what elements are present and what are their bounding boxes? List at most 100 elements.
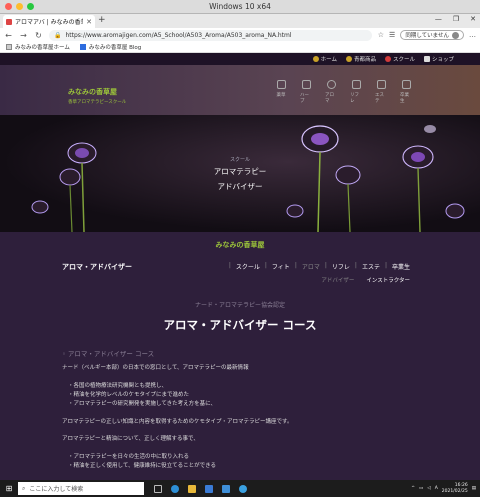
task-view-icon[interactable] (154, 484, 162, 493)
favicon-icon (6, 18, 12, 25)
bookmark-label: みなみの香草屋ホーム (15, 45, 70, 51)
system-tray: ^ ▭ ◁ A 16:26 2021/02/25 ▤ (411, 483, 480, 494)
site-header: みなみの香草屋 香草アロマテラピースクール 薬草 ハーブ アロマ リフレ エステ… (0, 65, 480, 115)
sublink-advisor[interactable]: アドバイザー (321, 276, 354, 284)
reload-icon[interactable]: ↻ (34, 31, 43, 40)
hero-title-2: アドバイザー (217, 182, 263, 191)
blog-icon (79, 44, 86, 50)
bookmark-home[interactable]: みなみの香草屋ホーム (6, 43, 70, 51)
link-aroma[interactable]: アロマ (302, 262, 320, 271)
forward-icon[interactable]: → (19, 31, 28, 40)
back-icon[interactable]: ← (4, 31, 13, 40)
paragraph: アロマテラピーの正しい知識と内容を取得するためのケモタイプ・アロマテラピー講座で… (62, 418, 293, 425)
volume-icon[interactable]: ◁ (427, 486, 430, 491)
address-bar: ← → ↻ 🔒 https://www.aromajigen.com/A5_Sc… (0, 28, 480, 42)
url-text: https://www.aromajigen.com/A5_School/A50… (65, 31, 292, 39)
tab-strip: アロマアバ | みなみの香草屋 ✕ + — ❐ ✕ (0, 14, 480, 28)
new-tab-icon[interactable]: + (98, 15, 106, 25)
nav-herb-medicine[interactable]: 薬草 (275, 80, 287, 104)
windows-start-icon[interactable]: ⊞ (0, 484, 18, 493)
logo-subtitle: 香草アロマテラピースクール (68, 100, 127, 105)
tab-close-icon[interactable]: ✕ (86, 18, 92, 26)
nav-reflex[interactable]: リフレ (350, 80, 362, 104)
products-icon (345, 56, 352, 62)
topbar-products[interactable]: 青都商品 (345, 55, 376, 63)
sync-label: 同期していません (405, 33, 449, 39)
sublink-instructor[interactable]: インストラクター (366, 276, 410, 284)
bullet-list: 各国の植物療法研究機関とも提携し、 精油を化学的レベルのケモタイプにまで進めた … (62, 382, 422, 408)
restore-icon[interactable]: ❐ (453, 15, 459, 23)
bookmark-label: みなみの香草屋 Blog (88, 45, 142, 51)
topbar-home[interactable]: ホーム (312, 55, 337, 63)
chevron-up-icon[interactable]: ^ (411, 486, 415, 491)
topbar-school[interactable]: スクール (384, 55, 415, 63)
link-graduates[interactable]: 卒業生 (392, 262, 410, 271)
link-esthe[interactable]: エステ (362, 262, 380, 271)
hero-text: スクール アロマテラピー アドバイザー (0, 156, 480, 192)
mail-icon[interactable] (222, 484, 230, 493)
site-topbar: ホーム 青都商品 スクール ショップ (0, 53, 480, 65)
store-icon[interactable] (205, 484, 213, 493)
sync-button[interactable]: 同期していません (400, 30, 464, 40)
collections-icon[interactable]: ☰ (389, 31, 395, 39)
bookmarks-bar: みなみの香草屋ホーム みなみの香草屋 Blog (0, 42, 480, 53)
edge-icon[interactable] (171, 484, 179, 493)
separator: | (228, 262, 231, 269)
lock-icon: 🔒 (54, 31, 62, 39)
leaf-icon (301, 80, 311, 89)
topbar-shop[interactable]: ショップ (423, 55, 454, 63)
nav-label: ハーブ (300, 93, 309, 104)
clock-date: 2021/02/25 (441, 488, 468, 494)
favorite-star-icon[interactable]: ☆ (378, 31, 384, 39)
site-name: みなみの香草屋 (215, 241, 265, 249)
content-heading: ◦ アロマ・アドバイザー コース (62, 350, 155, 358)
browser-window-controls: — ❐ ✕ (435, 15, 476, 23)
nav-label: 卒業生 (400, 93, 409, 104)
clock[interactable]: 16:26 2021/02/25 (442, 483, 468, 494)
site-logo[interactable]: みなみの香草屋 香草アロマテラピースクール (68, 87, 126, 105)
link-reflex[interactable]: リフレ (332, 262, 350, 271)
nav-aroma[interactable]: アロマ (325, 80, 337, 104)
content-heading-text: アロマ・アドバイザー コース (67, 350, 155, 358)
window-title: Windows 10 x64 (209, 2, 271, 11)
sign-icon (351, 80, 361, 89)
search-placeholder: ここに入力して検索 (29, 486, 84, 493)
section-links: | スクール | フィト | アロマ | リフレ | エステ | 卒業生 (229, 262, 410, 271)
ime-icon[interactable]: A (435, 486, 438, 491)
browser-tab[interactable]: アロマアバ | みなみの香草屋 ✕ (3, 15, 95, 28)
nav-label: リフレ (350, 93, 359, 104)
header-nav: 薬草 ハーブ アロマ リフレ エステ 卒業生 (275, 80, 412, 104)
taskbar-search[interactable]: ⌕ ここに入力して検索 (18, 482, 144, 495)
separator: | (294, 262, 297, 269)
gift-icon (376, 80, 386, 89)
link-school[interactable]: スクール (236, 262, 260, 271)
paragraph: アロマテラピーと精油について、正しく理解する事で、 (62, 436, 199, 443)
course-content: ◦ アロマ・アドバイザー コース ナード（ベルギー本部）の日本での窓口として、ア… (62, 349, 422, 480)
url-field[interactable]: 🔒 https://www.aromajigen.com/A5_School/A… (49, 29, 372, 41)
address-bar-icons: ☆ ☰ 同期していません … (378, 30, 476, 40)
drop-icon (326, 80, 336, 89)
school-icon (384, 56, 391, 62)
nav-herb[interactable]: ハーブ (300, 80, 312, 104)
nav-label: エステ (375, 93, 384, 104)
ie-icon[interactable] (239, 484, 247, 493)
minimize-icon[interactable]: — (435, 15, 442, 23)
nav-esthe[interactable]: エステ (375, 80, 387, 104)
course-title: アロマ・アドバイザー コース (163, 318, 317, 332)
nav-label: 薬草 (276, 93, 286, 98)
page-icon (6, 44, 12, 50)
topbar-label: 青都商品 (353, 57, 376, 63)
notifications-icon[interactable]: ▤ (472, 486, 476, 491)
web-page: ホーム 青都商品 スクール ショップ みなみの香草屋 香草アロマテラピースクール… (0, 53, 480, 480)
file-explorer-icon[interactable] (188, 484, 196, 493)
close-icon[interactable]: ✕ (470, 15, 476, 23)
tab-label: アロマアバ | みなみの香草屋 (15, 19, 83, 26)
nav-graduates[interactable]: 卒業生 (400, 80, 412, 104)
more-menu-icon[interactable]: … (469, 31, 476, 39)
topbar-label: ショップ (431, 57, 454, 63)
bookmark-blog[interactable]: みなみの香草屋 Blog (79, 43, 142, 51)
list-item: アロマテラピーの研究開発を実施してきた考え方を基に、 (68, 400, 422, 409)
link-phyto[interactable]: フィト (272, 262, 290, 271)
paragraph: ナード（ベルギー本部）の日本での窓口として、アロマテラピーの最新情報 (62, 365, 249, 372)
network-icon[interactable]: ▭ (419, 486, 423, 491)
